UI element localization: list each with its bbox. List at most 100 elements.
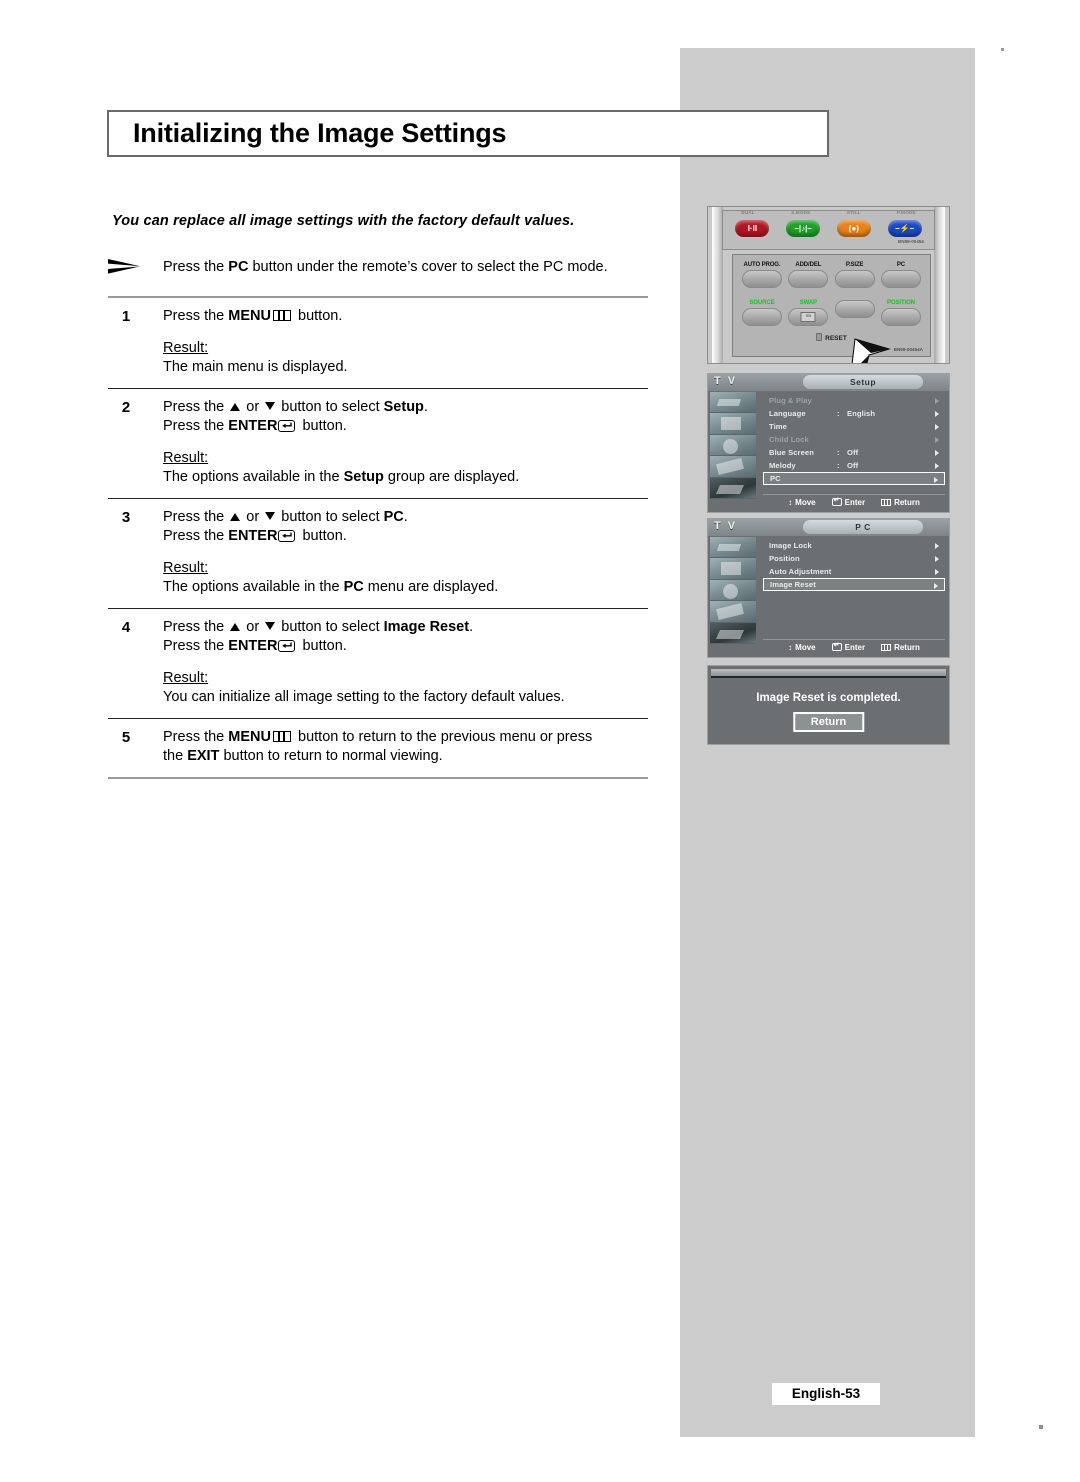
enter-icon — [278, 420, 296, 432]
screen-thumb-icon — [710, 413, 756, 435]
still-button[interactable]: (●) — [836, 219, 871, 237]
osd-item-time[interactable]: Time — [763, 420, 945, 433]
chevron-right-icon — [935, 542, 939, 549]
up-arrow-icon — [230, 512, 241, 521]
blank-button[interactable] — [834, 300, 875, 318]
remote-cover-panel: AUTO PROG. ADD/DEL P.SIZE PC SOURCE SWAP… — [732, 254, 931, 363]
pc-button[interactable] — [880, 270, 921, 288]
osd-item-language[interactable]: Language : English — [763, 407, 945, 420]
osd-item-auto-adjustment[interactable]: Auto Adjustment — [763, 565, 945, 578]
menu-icon — [272, 310, 291, 321]
remote-reset-row: RESET — [733, 333, 930, 342]
auto-prog-cell: AUTO PROG. — [739, 261, 785, 299]
swap-cell: SWAP SB — [785, 299, 831, 337]
osd-item-image-lock[interactable]: Image Lock — [763, 539, 945, 552]
footer-return: Return — [881, 498, 920, 507]
footer-move: ↕ Move — [788, 643, 815, 652]
step-4: 4 Press the or button to select Image Re… — [108, 609, 648, 718]
dialog-topline — [711, 669, 946, 678]
osd-item-label: Blue Screen — [769, 448, 814, 457]
osd-pc-menu: T V P C Image Lock Position Auto Adjustm… — [707, 518, 950, 658]
swap-button[interactable]: SB — [788, 308, 829, 326]
step-3: 3 Press the or button to select PC. Pres… — [108, 499, 648, 608]
source-button[interactable] — [742, 308, 782, 326]
sound-thumb-icon — [710, 579, 756, 602]
osd-item-label: Melody — [769, 461, 796, 470]
image-reset-word: Image Reset — [383, 618, 470, 635]
psize-label: P.SIZE — [845, 262, 864, 268]
add-del-button[interactable] — [788, 270, 829, 288]
result-label: Result: — [163, 559, 209, 576]
osd-item-blue-screen[interactable]: Blue Screen : Off — [763, 446, 945, 459]
step-3-result: Result: The options available in the PC m… — [163, 559, 648, 598]
remote-right-rail — [934, 207, 945, 363]
result-text: The main menu is displayed. — [163, 359, 348, 375]
osd-item-child-lock[interactable]: Child Lock — [763, 433, 945, 446]
osd-item-label: Child Lock — [769, 435, 809, 444]
remote-code-bottom: BN59-00454A — [893, 347, 923, 352]
remote-color-buttons: I·II –|♪|– (●) –⚡– — [727, 218, 930, 238]
osd-item-pc[interactable]: PC — [763, 472, 945, 485]
step-3-action-line1: Press the or button to select PC. — [163, 508, 408, 525]
osd-setup-items: Plug & Play Language : English Time Chil… — [763, 394, 945, 492]
picture-mode-button[interactable]: –⚡– — [887, 219, 922, 237]
osd-item-plug-and-play[interactable]: Plug & Play — [763, 394, 945, 407]
registration-mark-top — [1001, 48, 1004, 51]
up-arrow-icon — [230, 622, 241, 631]
enter-icon — [278, 530, 296, 542]
chevron-right-icon — [935, 568, 939, 575]
setup-thumb-icon — [710, 477, 756, 499]
intro-note: You can replace all image settings with … — [112, 213, 575, 229]
footer-return: Return — [881, 643, 920, 652]
remote-top-strip: DUAL S.MODE STILL P.MODE I·II –|♪|– (●) … — [722, 210, 935, 250]
osd-item-image-reset[interactable]: Image Reset — [763, 578, 945, 591]
chevron-right-icon — [935, 462, 939, 469]
sound-thumb-icon — [710, 434, 756, 457]
menu-word: MENU — [228, 728, 271, 745]
pc-word: PC — [383, 508, 404, 525]
osd-pc-tab: P C — [803, 520, 923, 534]
picture-thumb-icon — [710, 537, 756, 559]
result-text: You can initialize all image setting to … — [163, 689, 565, 705]
auto-prog-button[interactable] — [742, 270, 782, 288]
osd-setup-icon-column — [710, 392, 756, 499]
dual-button[interactable]: I·II — [735, 219, 770, 237]
step-5-number: 5 — [121, 728, 131, 746]
psize-button[interactable] — [834, 270, 875, 288]
footer-enter: Enter — [831, 641, 865, 652]
page-title: Initializing the Image Settings — [133, 118, 507, 148]
footer-return-label: Return — [894, 642, 920, 652]
channel-thumb-icon — [710, 456, 756, 478]
up-arrow-icon — [230, 402, 241, 411]
osd-item-value: English — [847, 409, 876, 418]
osd-item-position[interactable]: Position — [763, 552, 945, 565]
reset-label: RESET — [825, 335, 847, 342]
osd-colon: : — [837, 448, 840, 457]
step-5-action-line2: the EXIT button to return to normal view… — [163, 748, 443, 764]
chevron-right-icon — [935, 555, 939, 562]
chevron-right-icon — [935, 397, 939, 404]
osd-pc-items: Image Lock Position Auto Adjustment Imag… — [763, 539, 945, 637]
color-label-still: STILL — [846, 210, 861, 215]
updown-icon: ↕ — [788, 497, 793, 507]
osd-colon: : — [837, 461, 840, 470]
osd-setup-tv-tag: T V — [714, 375, 738, 387]
color-label-smode: S.MODE — [791, 210, 811, 215]
footer-move: ↕ Move — [788, 498, 815, 507]
osd-pc-tv-tag: T V — [714, 520, 738, 532]
menu-word: MENU — [228, 308, 271, 324]
osd-pc-footer: ↕Move Enter Return — [763, 639, 945, 654]
dialog-return-button[interactable]: Return — [792, 712, 865, 732]
enter-icon — [831, 496, 842, 506]
position-button[interactable] — [880, 308, 921, 326]
setup-word: Setup — [343, 469, 384, 485]
step-divider-bottom — [108, 776, 648, 779]
chevron-right-icon — [935, 410, 939, 417]
auto-prog-label: AUTO PROG. — [743, 262, 781, 268]
osd-item-melody[interactable]: Melody : Off — [763, 459, 945, 472]
chevron-right-icon — [935, 449, 939, 456]
blank-cell — [832, 299, 878, 337]
sound-mode-button[interactable]: –|♪|– — [786, 219, 821, 237]
chevron-right-icon — [934, 476, 938, 483]
chevron-right-icon — [934, 582, 938, 589]
